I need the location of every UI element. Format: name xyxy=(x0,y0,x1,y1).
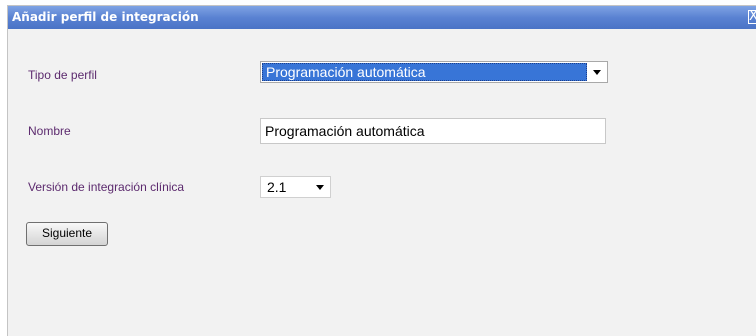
version-selected-value: 2.1 xyxy=(267,179,287,195)
version-select[interactable]: 2.1 xyxy=(260,176,331,198)
dialog-titlebar: Añadir perfil de integración X xyxy=(8,6,756,29)
version-label: Versión de integración clínica xyxy=(28,180,185,194)
profile-type-select[interactable]: Programación automática xyxy=(260,61,608,83)
dialog-title: Añadir perfil de integración xyxy=(12,10,199,24)
chevron-down-icon xyxy=(316,185,324,190)
close-icon: X xyxy=(749,11,756,23)
profile-type-selected-value: Programación automática xyxy=(262,63,587,81)
name-label: Nombre xyxy=(28,124,71,138)
next-button[interactable]: Siguiente xyxy=(26,222,108,246)
profile-type-label: Tipo de perfil xyxy=(28,68,97,82)
close-button[interactable]: X xyxy=(748,10,756,24)
add-integration-profile-dialog: Añadir perfil de integración X Tipo de p… xyxy=(7,5,756,336)
name-input[interactable]: Programación automática xyxy=(260,118,606,144)
chevron-down-icon xyxy=(593,70,601,75)
